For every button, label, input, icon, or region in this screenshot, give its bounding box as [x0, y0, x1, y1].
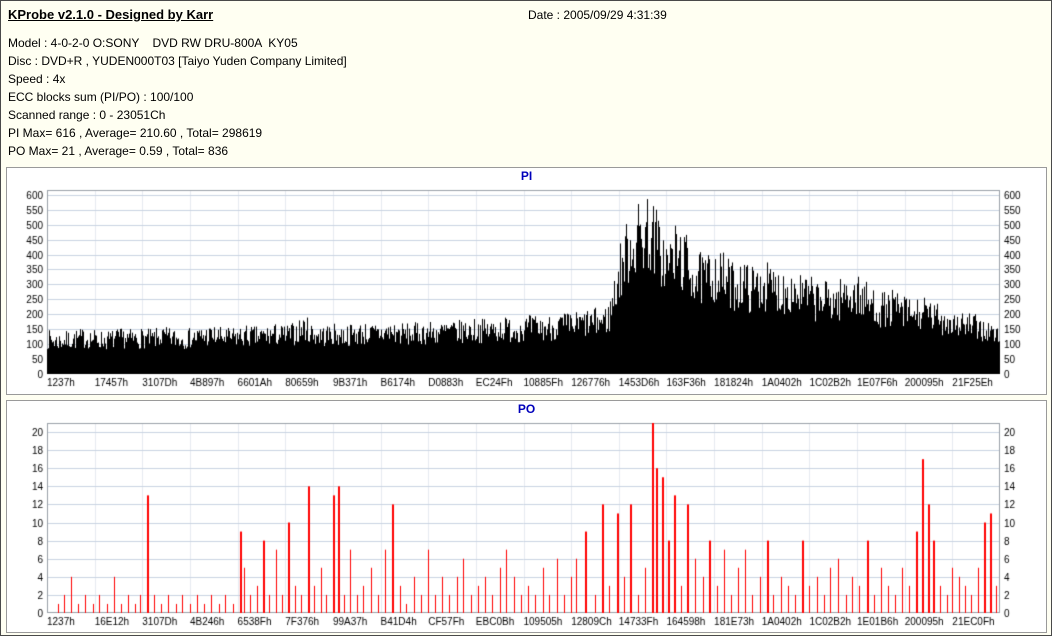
po-chart: [7, 418, 1044, 630]
info-speed: Speed : 4x: [8, 72, 66, 86]
info-po-stats: PO Max= 21 , Average= 0.59 , Total= 836: [8, 144, 229, 158]
app-title: KProbe v2.1.0 - Designed by Karr: [8, 7, 214, 22]
pi-chart-title: PI: [520, 169, 533, 183]
scan-date-label: Date : 2005/09/29 4:31:39: [528, 8, 667, 22]
info-scanned-range: Scanned range : 0 - 23051Ch: [8, 108, 166, 122]
info-pi-stats: PI Max= 616 , Average= 210.60 , Total= 2…: [8, 126, 263, 140]
pi-chart-panel: PI: [6, 167, 1047, 395]
po-chart-panel: PO: [6, 400, 1047, 633]
info-model: Model : 4-0-2-0 O:SONY DVD RW DRU-800A K…: [8, 36, 298, 50]
info-ecc-blocks: ECC blocks sum (PI/PO) : 100/100: [8, 90, 194, 104]
pi-chart: [7, 185, 1044, 391]
po-chart-title: PO: [517, 402, 536, 416]
info-disc: Disc : DVD+R , YUDEN000T03 [Taiyo Yuden …: [8, 54, 347, 68]
kprobe-window: KProbe v2.1.0 - Designed by Karr Date : …: [0, 0, 1052, 636]
scan-info-block: Model : 4-0-2-0 O:SONY DVD RW DRU-800A K…: [8, 34, 347, 160]
